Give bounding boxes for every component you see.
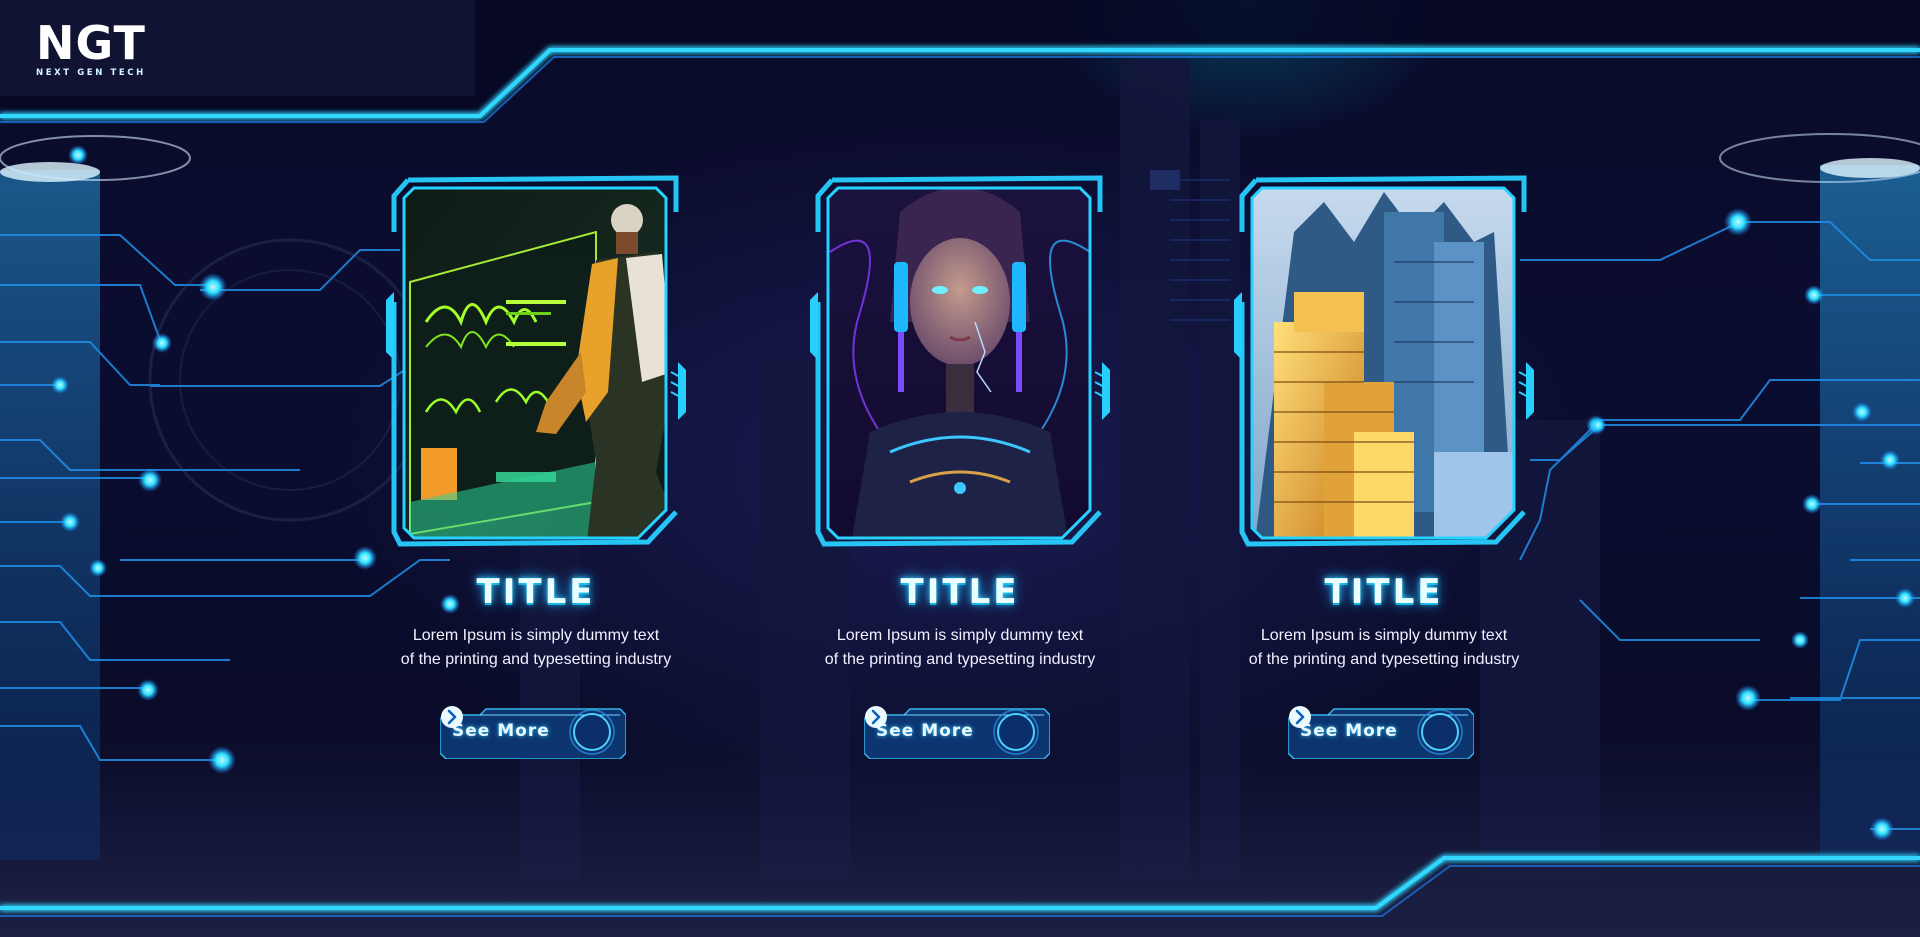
see-more-label: See More (1300, 721, 1398, 741)
chevron-right-icon (865, 706, 887, 728)
see-more-button[interactable]: See More (440, 705, 626, 759)
card-description-line: of the printing and typesetting industry (1248, 651, 1520, 668)
card-description: Lorem Ipsum is simply dummy text of the … (810, 624, 1110, 672)
hacker-image (386, 175, 686, 547)
card-title: TITLE (1324, 572, 1444, 612)
card-1 (386, 172, 686, 550)
card-description: Lorem Ipsum is simply dummy text of the … (1234, 624, 1534, 672)
brand-logo[interactable]: NGT NEXT GEN TECH (36, 20, 156, 78)
see-more-button[interactable]: See More (1288, 705, 1474, 759)
card-description: Lorem Ipsum is simply dummy text of the … (386, 624, 686, 672)
logo-subtitle: NEXT GEN TECH (36, 68, 146, 78)
card-description-line: Lorem Ipsum is simply dummy text (836, 627, 1084, 644)
card-description-line: of the printing and typesetting industry (400, 651, 672, 668)
card-description-line: Lorem Ipsum is simply dummy text (1260, 627, 1508, 644)
card-title: TITLE (900, 572, 1020, 612)
card-image-frame[interactable] (386, 172, 686, 550)
card-description-line: of the printing and typesetting industry (824, 651, 1096, 668)
chevron-right-icon (1289, 706, 1311, 728)
card-title: TITLE (476, 572, 596, 612)
see-more-button[interactable]: See More (864, 705, 1050, 759)
hero-stage: NGT NEXT GEN TECH TITLE Lorem Ipsum is s… (0, 0, 1920, 937)
chevron-right-icon (441, 706, 463, 728)
cyborg-girl-image (810, 175, 1110, 547)
card-2 (810, 172, 1110, 550)
see-more-label: See More (452, 721, 550, 741)
logo-mark: NGT (36, 16, 146, 70)
card-3 (1234, 172, 1534, 550)
golden-city-image (1234, 175, 1534, 547)
card-image-frame[interactable] (810, 172, 1110, 550)
card-image-frame[interactable] (1234, 172, 1534, 550)
see-more-label: See More (876, 721, 974, 741)
card-description-line: Lorem Ipsum is simply dummy text (412, 627, 660, 644)
